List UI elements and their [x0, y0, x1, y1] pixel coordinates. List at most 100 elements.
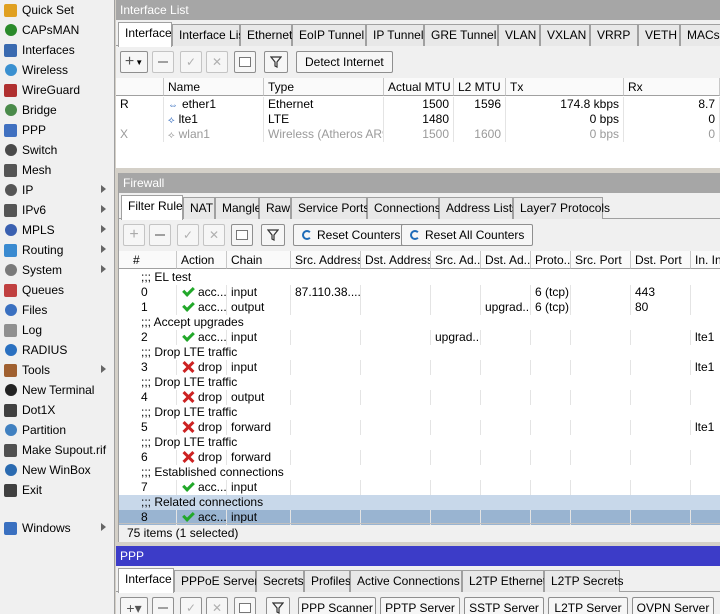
menu-item-partition[interactable]: Partition: [0, 420, 114, 440]
comment-row[interactable]: ;;; EL test: [119, 270, 720, 285]
tab-interface[interactable]: Interface: [118, 22, 172, 47]
tab-interface-list[interactable]: Interface List: [172, 24, 248, 46]
table-row[interactable]: ⟡ lte1 LTE 1480 0 bps 0: [116, 112, 720, 127]
tab-eoip-tunnel[interactable]: EoIP Tunnel: [292, 24, 366, 46]
remove-button[interactable]: [152, 597, 174, 614]
tab-profiles[interactable]: Profiles: [304, 570, 351, 592]
menu-item-files[interactable]: Files: [0, 300, 114, 320]
reset-counters-button[interactable]: Reset Counters: [293, 224, 410, 246]
tab-layer7-protocols[interactable]: Layer7 Protocols: [513, 197, 610, 219]
tab-vrrp[interactable]: VRRP: [590, 24, 638, 46]
menu-item-make-supout-rif[interactable]: Make Supout.rif: [0, 440, 114, 460]
menu-item-quick-set[interactable]: Quick Set: [0, 0, 114, 20]
tab-address-lists[interactable]: Address Lists: [439, 197, 518, 219]
column-header-flags[interactable]: [116, 78, 164, 96]
remove-button[interactable]: [149, 224, 171, 246]
filter-button[interactable]: [266, 597, 290, 614]
comment-row[interactable]: ;;; Drop LTE traffic: [119, 435, 720, 450]
menu-item-switch[interactable]: Switch: [0, 140, 114, 160]
column-header-actual-mtu[interactable]: Actual MTU: [384, 78, 454, 96]
comment-row[interactable]: ;;; Drop LTE traffic: [119, 375, 720, 390]
column-header-chain[interactable]: Chain: [227, 251, 291, 269]
comment-button[interactable]: [234, 51, 256, 73]
add-button[interactable]: +: [123, 224, 145, 246]
menu-item-tools[interactable]: Tools: [0, 360, 114, 380]
ovpn-server-button[interactable]: OVPN Server: [632, 597, 714, 614]
disable-button[interactable]: ✕: [206, 51, 228, 73]
add-button[interactable]: +▾: [120, 597, 148, 614]
comment-row[interactable]: ;;; Drop LTE traffic: [119, 405, 720, 420]
remove-button[interactable]: [152, 51, 174, 73]
enable-button[interactable]: ✓: [180, 51, 202, 73]
tab-l2tp-ethernet[interactable]: L2TP Ethernet: [462, 570, 546, 592]
column-header-rx[interactable]: Rx: [624, 78, 720, 96]
table-row[interactable]: 5 drop forward lte1: [119, 420, 720, 435]
tab-nat[interactable]: NAT: [183, 197, 215, 219]
tab-pppoe-servers[interactable]: PPPoE Servers: [174, 570, 264, 592]
column-header-src-ad[interactable]: Src. Ad...: [431, 251, 481, 269]
comment-row[interactable]: ;;; Established connections: [119, 465, 720, 480]
tab-service-ports[interactable]: Service Ports: [291, 197, 369, 219]
column-header-proto[interactable]: Proto...: [531, 251, 571, 269]
tab-interface[interactable]: Interface: [118, 568, 174, 593]
menu-item-wireless[interactable]: Wireless: [0, 60, 114, 80]
menu-item-bridge[interactable]: Bridge: [0, 100, 114, 120]
menu-item-mesh[interactable]: Mesh: [0, 160, 114, 180]
tab-veth[interactable]: VETH: [638, 24, 680, 46]
menu-item-routing[interactable]: Routing: [0, 240, 114, 260]
add-button[interactable]: + ▼: [120, 51, 148, 73]
table-row[interactable]: X⟡wlan1Wireless (Atheros AR9...150016000…: [116, 127, 720, 142]
table-row[interactable]: 6 drop forward: [119, 450, 720, 465]
column-header-type[interactable]: Type: [264, 78, 384, 96]
tab-ip-tunnel[interactable]: IP Tunnel: [366, 24, 424, 46]
table-row[interactable]: 3 drop input lte1: [119, 360, 720, 375]
column-header-l2-mtu[interactable]: L2 MTU: [454, 78, 506, 96]
menu-item-interfaces[interactable]: Interfaces: [0, 40, 114, 60]
comment-button[interactable]: [234, 597, 256, 614]
tab-gre-tunnel[interactable]: GRE Tunnel: [424, 24, 498, 46]
column-header-src-address[interactable]: Src. Address: [291, 251, 361, 269]
menu-item-new-terminal[interactable]: New Terminal: [0, 380, 114, 400]
menu-item-radius[interactable]: RADIUS: [0, 340, 114, 360]
column-header-dst-port[interactable]: Dst. Port: [631, 251, 691, 269]
menu-item-dot1x[interactable]: Dot1X: [0, 400, 114, 420]
column-header-dst-ad[interactable]: Dst. Ad...: [481, 251, 531, 269]
pptp-server-button[interactable]: PPTP Server: [380, 597, 460, 614]
menu-item-wireguard[interactable]: WireGuard: [0, 80, 114, 100]
sstp-server-button[interactable]: SSTP Server: [464, 597, 544, 614]
filter-button[interactable]: [261, 224, 285, 246]
table-row[interactable]: 4 drop output: [119, 390, 720, 405]
tab-l2tp-secrets[interactable]: L2TP Secrets: [544, 570, 623, 592]
tab-raw[interactable]: Raw: [259, 197, 291, 219]
tab-filter-rules[interactable]: Filter Rules: [121, 195, 189, 220]
menu-item-queues[interactable]: Queues: [0, 280, 114, 300]
enable-button[interactable]: ✓: [177, 224, 199, 246]
menu-item-new-winbox[interactable]: New WinBox: [0, 460, 114, 480]
comment-row[interactable]: ;;; Accept upgrades: [119, 315, 720, 330]
enable-button[interactable]: ✓: [180, 597, 202, 614]
table-row[interactable]: R ⇔ ether1 Ethernet 1500 1596 174.8 kbps 8.7: [116, 97, 720, 112]
tab-connections[interactable]: Connections: [367, 197, 441, 219]
menu-item-exit[interactable]: Exit: [0, 480, 114, 500]
menu-item-ip[interactable]: IP: [0, 180, 114, 200]
tab-active-connections[interactable]: Active Connections: [350, 570, 462, 592]
tab-ethernet[interactable]: Ethernet: [240, 24, 292, 46]
tab-secrets[interactable]: Secrets: [256, 570, 304, 592]
tab-mangle[interactable]: Mangle: [215, 197, 261, 219]
column-header-src-port[interactable]: Src. Port: [571, 251, 631, 269]
table-row[interactable]: 1 acc... output upgrad... 6 (tcp) 80: [119, 300, 720, 315]
tab-vxlan[interactable]: VXLAN: [540, 24, 590, 46]
column-header-name[interactable]: Name: [164, 78, 264, 96]
table-row[interactable]: 7 acc... input: [119, 480, 720, 495]
column-header-number[interactable]: #: [119, 251, 177, 269]
disable-button[interactable]: ✕: [203, 224, 225, 246]
menu-item-windows[interactable]: Windows: [0, 518, 114, 538]
table-row[interactable]: 0 acc... input 87.110.38.... 6 (tcp) 443: [119, 285, 720, 300]
menu-item-capsman[interactable]: CAPsMAN: [0, 20, 114, 40]
column-header-dst-address[interactable]: Dst. Address: [361, 251, 431, 269]
menu-item-log[interactable]: Log: [0, 320, 114, 340]
filter-button[interactable]: [264, 51, 288, 73]
disable-button[interactable]: ✕: [206, 597, 228, 614]
comment-button[interactable]: [231, 224, 253, 246]
comment-row[interactable]: ;;; Drop LTE traffic: [119, 345, 720, 360]
